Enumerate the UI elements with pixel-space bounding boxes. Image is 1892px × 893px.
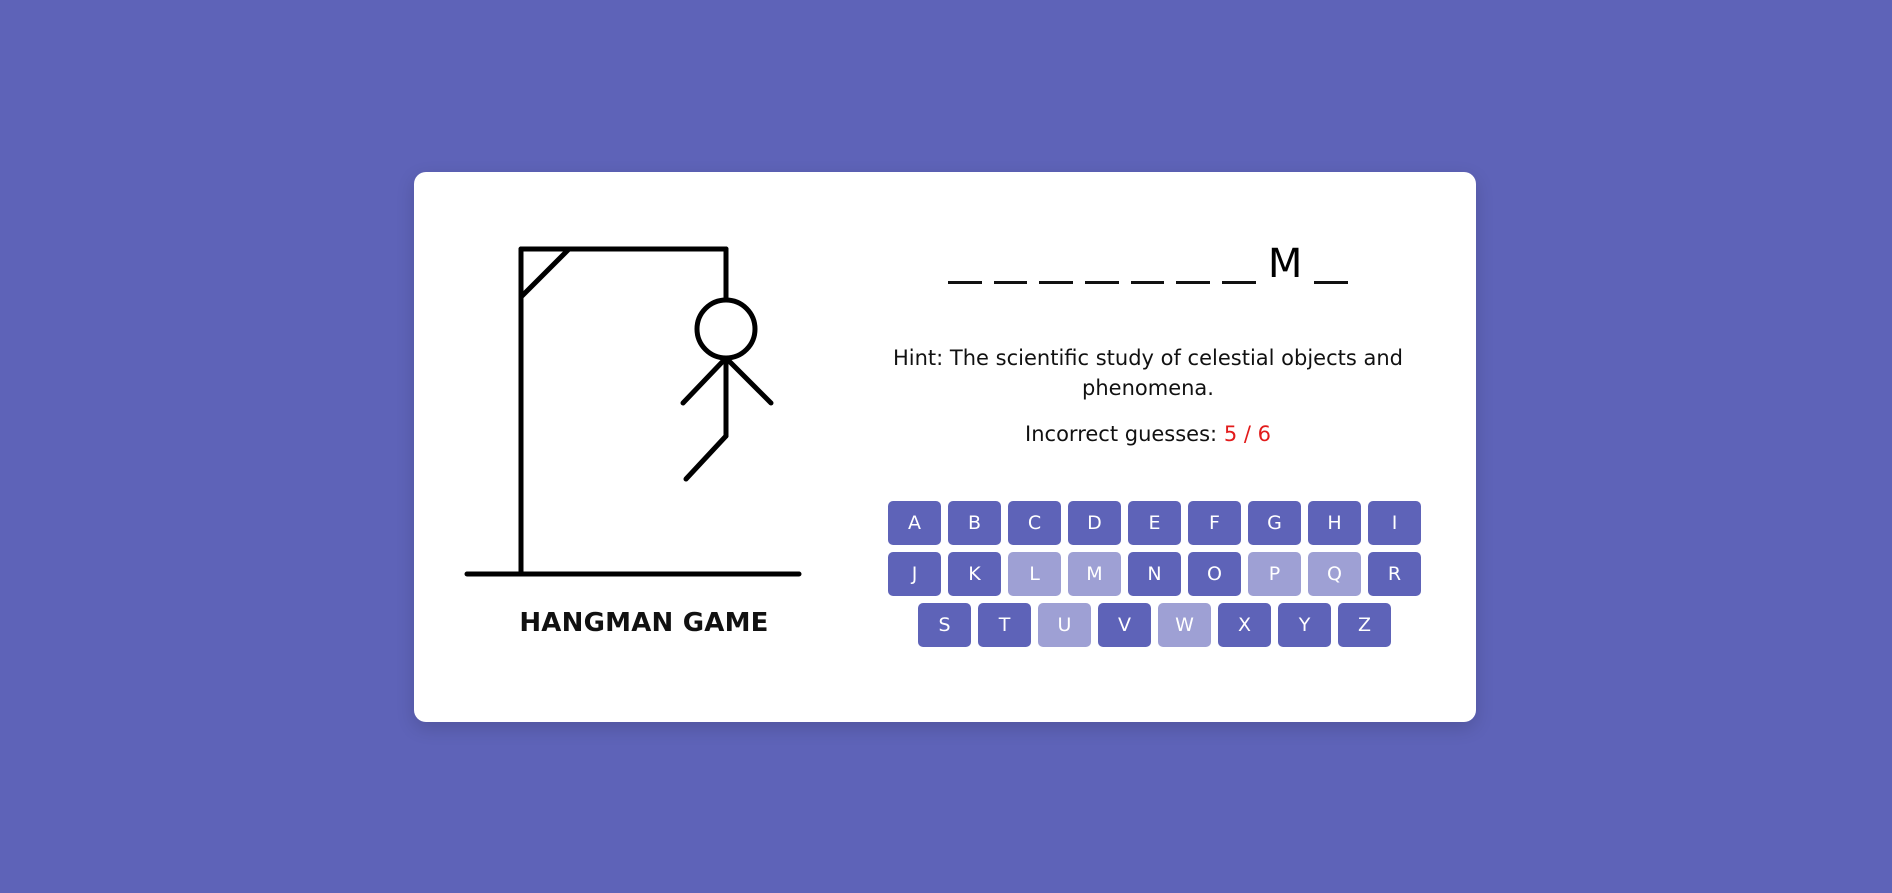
key-u: U (1038, 603, 1091, 647)
word-letter-slot (1130, 242, 1165, 286)
key-h[interactable]: H (1308, 501, 1361, 545)
key-o[interactable]: O (1188, 552, 1241, 596)
key-c[interactable]: C (1008, 501, 1061, 545)
key-f[interactable]: F (1188, 501, 1241, 545)
key-d[interactable]: D (1068, 501, 1121, 545)
word-letter-slot (1176, 242, 1210, 286)
key-s[interactable]: S (918, 603, 971, 647)
key-k[interactable]: K (948, 552, 1001, 596)
hangman-left-arm (680, 355, 729, 406)
word-letter-slot (948, 242, 982, 286)
gallows-brace (518, 246, 572, 300)
game-title: HANGMAN GAME (519, 608, 769, 638)
word-letter-slot (993, 242, 1028, 286)
key-r[interactable]: R (1368, 552, 1421, 596)
key-e[interactable]: E (1128, 501, 1181, 545)
word-letter-slot: M (1267, 241, 1303, 287)
word-letter-slot (1222, 242, 1256, 286)
guesses-count: 5 / 6 (1223, 422, 1271, 446)
hint: Hint: The scientific study of celestial … (888, 343, 1408, 403)
key-v[interactable]: V (1098, 603, 1151, 647)
word-letter-slot (1314, 242, 1348, 286)
hangman-head (694, 297, 758, 361)
key-j[interactable]: J (888, 552, 941, 596)
hint-text: The scientific study of celestial object… (949, 346, 1404, 400)
word-letter-slot (1039, 242, 1073, 286)
hint-label: Hint: (892, 346, 944, 370)
key-q: Q (1308, 552, 1361, 596)
letter-keyboard: ABCDEFGHI JKLMNOPQR STUVWXYZ (888, 501, 1421, 654)
hangman-drawing (464, 246, 802, 577)
key-z[interactable]: Z (1338, 603, 1391, 647)
key-x[interactable]: X (1218, 603, 1271, 647)
hangman-left-leg (683, 433, 729, 482)
key-y[interactable]: Y (1278, 603, 1331, 647)
incorrect-guesses: Incorrect guesses: 5 / 6 (888, 422, 1408, 446)
key-n[interactable]: N (1128, 552, 1181, 596)
keyboard-row: ABCDEFGHI (888, 501, 1421, 545)
word-letter-slot (1085, 242, 1119, 286)
key-i[interactable]: I (1368, 501, 1421, 545)
hangman-right-arm (723, 355, 774, 406)
guesses-label: Incorrect guesses: (1025, 422, 1218, 446)
key-g[interactable]: G (1248, 501, 1301, 545)
game-card: HANGMAN GAME M Hint: The scientific stud… (414, 172, 1476, 722)
key-b[interactable]: B (948, 501, 1001, 545)
keyboard-row: STUVWXYZ (888, 603, 1421, 647)
key-p: P (1248, 552, 1301, 596)
word-display: M (948, 242, 1348, 290)
key-a[interactable]: A (888, 501, 941, 545)
key-m: M (1068, 552, 1121, 596)
key-t[interactable]: T (978, 603, 1031, 647)
key-l: L (1008, 552, 1061, 596)
keyboard-row: JKLMNOPQR (888, 552, 1421, 596)
key-w: W (1158, 603, 1211, 647)
